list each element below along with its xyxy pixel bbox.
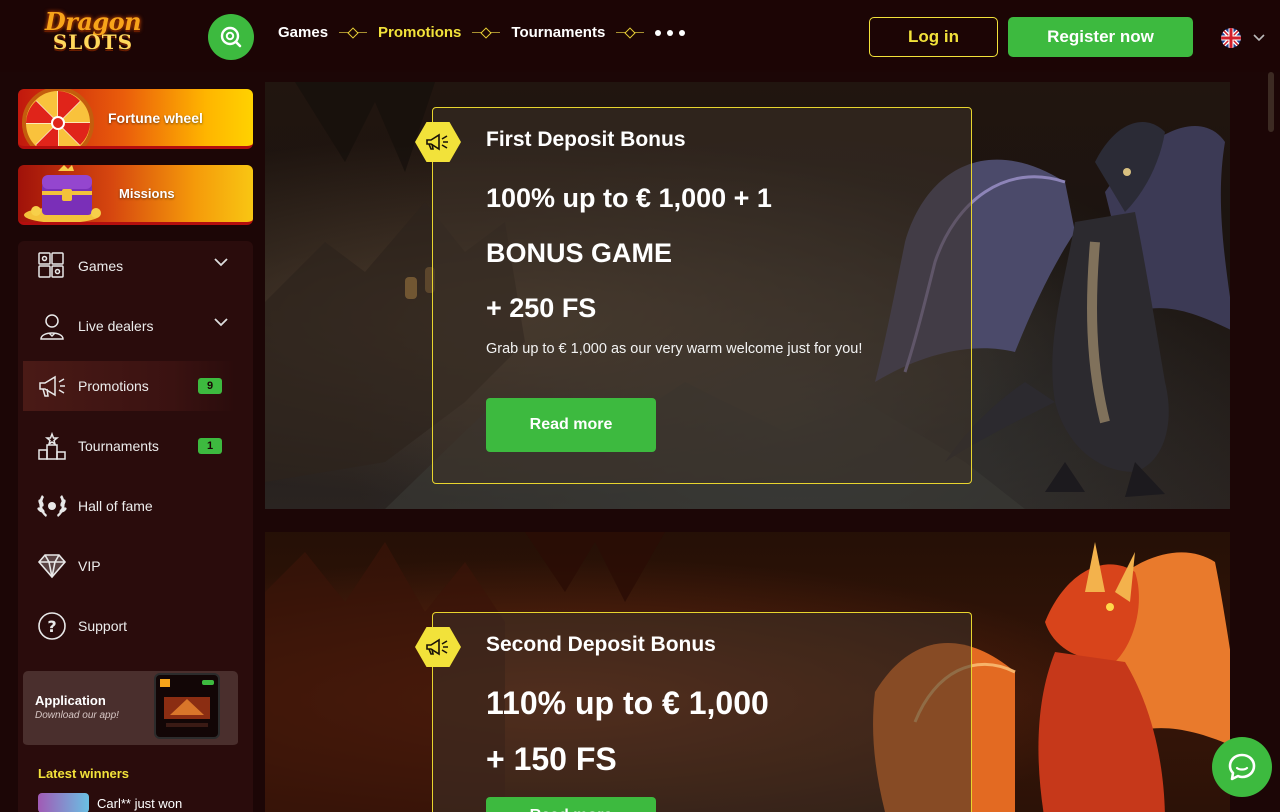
search-button[interactable] [208, 14, 254, 60]
read-more-button[interactable]: Read more [486, 797, 656, 812]
sidebar-item-hall-of-fame[interactable]: Hall of fame [23, 481, 236, 531]
nav-separator [605, 26, 655, 39]
sidebar-item-label: Tournaments [78, 438, 159, 454]
nav-separator [328, 26, 378, 39]
sidebar-item-label: Promotions [78, 378, 149, 394]
podium-icon [35, 429, 69, 463]
app-card-subtitle: Download our app! [35, 710, 119, 721]
top-header: Dragon SLOTS Games Promotions Tournament… [0, 0, 1280, 72]
sidebar-item-games[interactable]: Games [23, 241, 236, 291]
promotions-count-badge: 9 [198, 378, 222, 394]
live-dealer-icon [35, 309, 69, 343]
promo-offer-line-1: 100% up to € 1,000 + 1 [486, 183, 772, 213]
promo-offer-line-2: + 150 FS [486, 741, 617, 777]
fortune-wheel-icon [22, 89, 94, 146]
sidebar-item-label: Live dealers [78, 318, 154, 334]
promo-content-first-deposit: First Deposit Bonus 100% up to € 1,000 +… [415, 107, 972, 484]
sidebar-item-vip[interactable]: VIP [23, 541, 236, 591]
svg-text:?: ? [47, 617, 56, 636]
dragon-slots-logo[interactable]: Dragon SLOTS [38, 10, 148, 56]
promo-offer-line-3: + 250 FS [486, 293, 597, 323]
login-button[interactable]: Log in [869, 17, 998, 57]
nav-separator [461, 26, 511, 39]
nav-tournaments[interactable]: Tournaments [511, 24, 605, 41]
sidebar-item-tournaments[interactable]: Tournaments 1 [23, 421, 236, 471]
uk-flag-icon [1221, 28, 1241, 48]
latest-winner-entry[interactable]: Carl** just won [38, 793, 182, 812]
register-button[interactable]: Register now [1008, 17, 1193, 57]
fortune-wheel-banner[interactable]: Fortune wheel [18, 89, 253, 149]
live-chat-button[interactable] [1212, 737, 1272, 797]
games-puzzle-icon [35, 249, 69, 283]
chevron-down-icon [214, 258, 228, 267]
sidebar-item-label: Games [78, 258, 124, 274]
nav-games[interactable]: Games [278, 24, 328, 41]
search-icon [220, 26, 242, 48]
page-scrollbar[interactable] [1268, 72, 1274, 132]
laurel-wreath-icon [35, 489, 69, 523]
winner-text: Carl** just won [97, 795, 183, 811]
sidebar-item-promotions[interactable]: Promotions 9 [23, 361, 236, 411]
sidebar-item-live-dealers[interactable]: Live dealers [23, 301, 236, 351]
nav-promotions[interactable]: Promotions [378, 24, 461, 41]
phone-preview-image [154, 673, 220, 739]
download-app-card[interactable]: Application Download our app! [23, 671, 238, 747]
chat-bubble-icon [1228, 753, 1256, 781]
promo-title: First Deposit Bonus [486, 128, 686, 151]
fortune-wheel-label: Fortune wheel [108, 109, 203, 126]
treasure-chest-icon [24, 165, 101, 222]
language-selector[interactable] [1221, 28, 1265, 48]
missions-banner[interactable]: Missions [18, 165, 253, 225]
promo-description: Grab up to € 1,000 as our very warm welc… [486, 341, 863, 357]
sidebar-item-support[interactable]: ? Support [23, 601, 236, 651]
sidebar-item-label: Support [78, 618, 128, 634]
app-card-title: Application [35, 693, 106, 708]
tournaments-count-badge: 1 [198, 438, 222, 454]
promo-offer-line-1: 110% up to € 1,000 [486, 685, 769, 721]
promo-content-second-deposit: Second Deposit Bonus 110% up to € 1,000 … [415, 612, 972, 812]
sidebar-item-label: VIP [78, 558, 101, 574]
sidebar-item-label: Hall of fame [78, 498, 153, 514]
more-menu-icon[interactable] [655, 29, 686, 36]
read-more-button[interactable]: Read more [486, 398, 656, 452]
chevron-down-icon [1253, 34, 1265, 42]
missions-label: Missions [119, 186, 175, 201]
latest-winners-heading: Latest winners [38, 766, 130, 781]
logo-text-line2: SLOTS [52, 30, 134, 54]
promotions-list: First Deposit Bonus 100% up to € 1,000 +… [265, 72, 1265, 812]
diamond-icon [35, 549, 69, 583]
question-circle-icon: ? [35, 609, 69, 643]
megaphone-icon [35, 369, 69, 403]
winner-game-thumbnail [38, 793, 89, 812]
main-nav: Games Promotions Tournaments [278, 24, 686, 41]
promo-title: Second Deposit Bonus [486, 633, 716, 656]
promo-offer-line-2: BONUS GAME [486, 238, 673, 268]
chevron-down-icon [214, 318, 228, 327]
sidebar-menu: Games Live dealers Promotions 9 Tourname… [18, 241, 253, 812]
